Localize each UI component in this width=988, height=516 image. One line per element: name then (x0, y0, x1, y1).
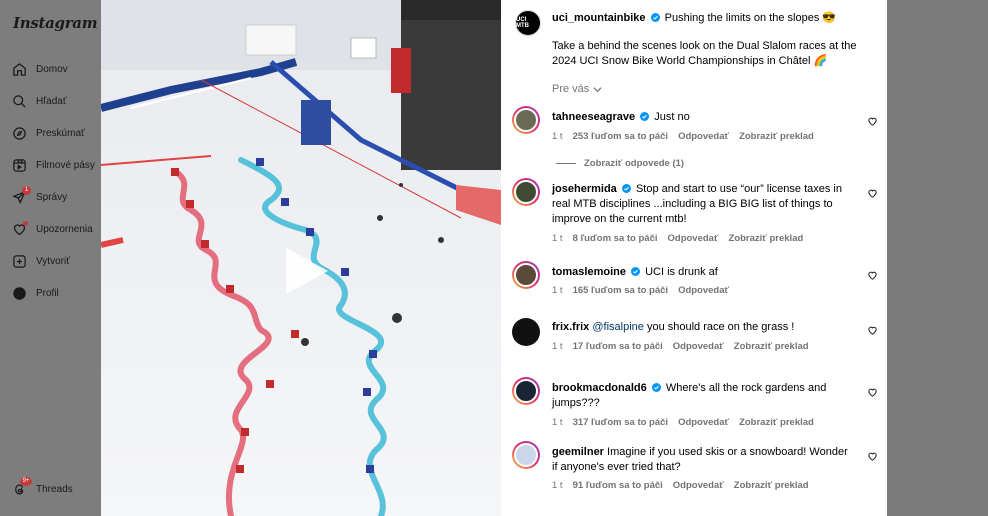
like-heart-icon[interactable] (867, 116, 878, 127)
verified-badge-icon (640, 112, 650, 121)
translate-button[interactable]: Zobraziť preklad (734, 480, 809, 491)
comment-time: 1 t (552, 480, 563, 491)
home-icon (13, 62, 26, 76)
sidebar-item-label: Vytvoriť (36, 255, 70, 267)
sidebar: Instagram Domov Hľadať Preskúmať Filmové… (0, 0, 101, 516)
replies-divider (556, 163, 576, 164)
commenter-avatar[interactable] (512, 441, 540, 469)
sidebar-item-profile[interactable]: Profil (12, 281, 59, 305)
reply-button[interactable]: Odpovedať (673, 480, 724, 491)
see-translation-toggle[interactable]: Pre vás (552, 83, 602, 95)
sidebar-item-label: Threads (36, 483, 73, 495)
comment-likes[interactable]: 91 ľuďom sa to páči (573, 480, 663, 491)
verified-badge-icon (631, 267, 641, 276)
comment-text: Just no (654, 111, 690, 123)
post-details-panel: UCI MTB uci_mountainbike Pushing the lim… (501, 0, 887, 516)
commenter-avatar[interactable] (512, 106, 540, 134)
sidebar-item-reels[interactable]: Filmové pásy (12, 153, 95, 177)
reply-button[interactable]: Odpovedať (668, 233, 719, 244)
compass-icon (13, 126, 26, 140)
sidebar-item-create[interactable]: Vytvoriť (12, 249, 70, 273)
instagram-logo[interactable]: Instagram (13, 14, 98, 32)
sidebar-item-messages[interactable]: 1 Správy (12, 185, 67, 209)
like-heart-icon[interactable] (867, 387, 878, 398)
sidebar-item-threads[interactable]: 9+ Threads (12, 477, 73, 501)
comment-likes[interactable]: 253 ľuďom sa to páči (573, 131, 669, 142)
sidebar-item-home[interactable]: Domov (12, 57, 68, 81)
commenter-avatar[interactable] (512, 377, 540, 405)
sidebar-item-label: Profil (36, 287, 59, 299)
chevron-down-icon (593, 86, 602, 92)
like-heart-icon[interactable] (867, 188, 878, 199)
sidebar-item-search[interactable]: Hľadať (12, 89, 67, 113)
comment-likes[interactable]: 165 ľuďom sa to páči (573, 285, 669, 296)
sidebar-item-label: Upozornenia (36, 223, 93, 235)
comment-username[interactable]: brookmacdonald6 (552, 382, 647, 394)
reels-icon (13, 158, 26, 172)
notification-dot (23, 221, 28, 226)
avatar (13, 286, 26, 300)
author-avatar[interactable]: UCI MTB (515, 10, 541, 36)
commenter-avatar[interactable] (512, 261, 540, 289)
post-video[interactable] (101, 0, 501, 516)
threads-badge: 9+ (20, 477, 32, 486)
reply-button[interactable]: Odpovedať (678, 131, 729, 142)
view-replies-button[interactable]: Zobraziť odpovede (1) (556, 158, 684, 169)
commenter-avatar[interactable] (512, 318, 540, 346)
comment-username[interactable]: tomaslemoine (552, 266, 626, 278)
messages-badge: 1 (22, 186, 31, 195)
commenter-avatar[interactable] (512, 178, 540, 206)
sidebar-item-label: Filmové pásy (36, 159, 95, 171)
caption-title: Pushing the limits on the slopes 😎 (664, 12, 837, 24)
comment-time: 1 t (552, 417, 563, 428)
sidebar-item-notifications[interactable]: Upozornenia (12, 217, 93, 241)
like-heart-icon[interactable] (867, 325, 878, 336)
caption-header: uci_mountainbike Pushing the limits on t… (552, 11, 872, 26)
plus-square-icon (13, 254, 26, 268)
modal-backdrop[interactable] (887, 0, 988, 516)
reply-button[interactable]: Odpovedať (673, 341, 724, 352)
sidebar-item-explore[interactable]: Preskúmať (12, 121, 85, 145)
comment-likes[interactable]: 317 ľuďom sa to páči (573, 417, 669, 428)
sidebar-item-label: Domov (36, 63, 68, 75)
verified-badge-icon (651, 383, 661, 392)
comment-text: UCI is drunk af (645, 266, 718, 278)
sidebar-item-label: Preskúmať (36, 127, 85, 139)
comment-likes[interactable]: 17 ľuďom sa to páči (573, 341, 663, 352)
comment-time: 1 t (552, 341, 563, 352)
like-heart-icon[interactable] (867, 451, 878, 462)
translate-button[interactable]: Zobraziť preklad (739, 131, 814, 142)
translate-button[interactable]: Zobraziť preklad (729, 233, 804, 244)
caption-body: Take a behind the scenes look on the Dua… (552, 40, 857, 67)
like-heart-icon[interactable] (867, 270, 878, 281)
reply-button[interactable]: Odpovedať (678, 417, 729, 428)
comment-username[interactable]: frix.frix (552, 321, 589, 333)
comment-time: 1 t (552, 131, 563, 142)
verified-badge-icon (650, 13, 660, 22)
comment-username[interactable]: tahneeseagrave (552, 111, 635, 123)
comment-likes[interactable]: 8 ľuďom sa to páči (573, 233, 658, 244)
comment-username[interactable]: josehermida (552, 183, 617, 195)
comment-text: you should race on the grass ! (646, 321, 795, 333)
comment-time: 1 t (552, 233, 563, 244)
reply-button[interactable]: Odpovedať (678, 285, 729, 296)
verified-badge-icon (621, 184, 631, 193)
comment-username[interactable]: geemilner (552, 446, 604, 458)
translate-button[interactable]: Zobraziť preklad (734, 341, 809, 352)
comment-time: 1 t (552, 285, 563, 296)
sidebar-item-label: Správy (36, 191, 68, 203)
search-icon (13, 94, 26, 108)
comment-mention[interactable]: @fisalpine (592, 321, 644, 333)
author-username[interactable]: uci_mountainbike (552, 12, 646, 24)
translate-button[interactable]: Zobraziť preklad (739, 417, 814, 428)
sidebar-item-label: Hľadať (36, 95, 67, 107)
play-button[interactable] (278, 244, 332, 298)
